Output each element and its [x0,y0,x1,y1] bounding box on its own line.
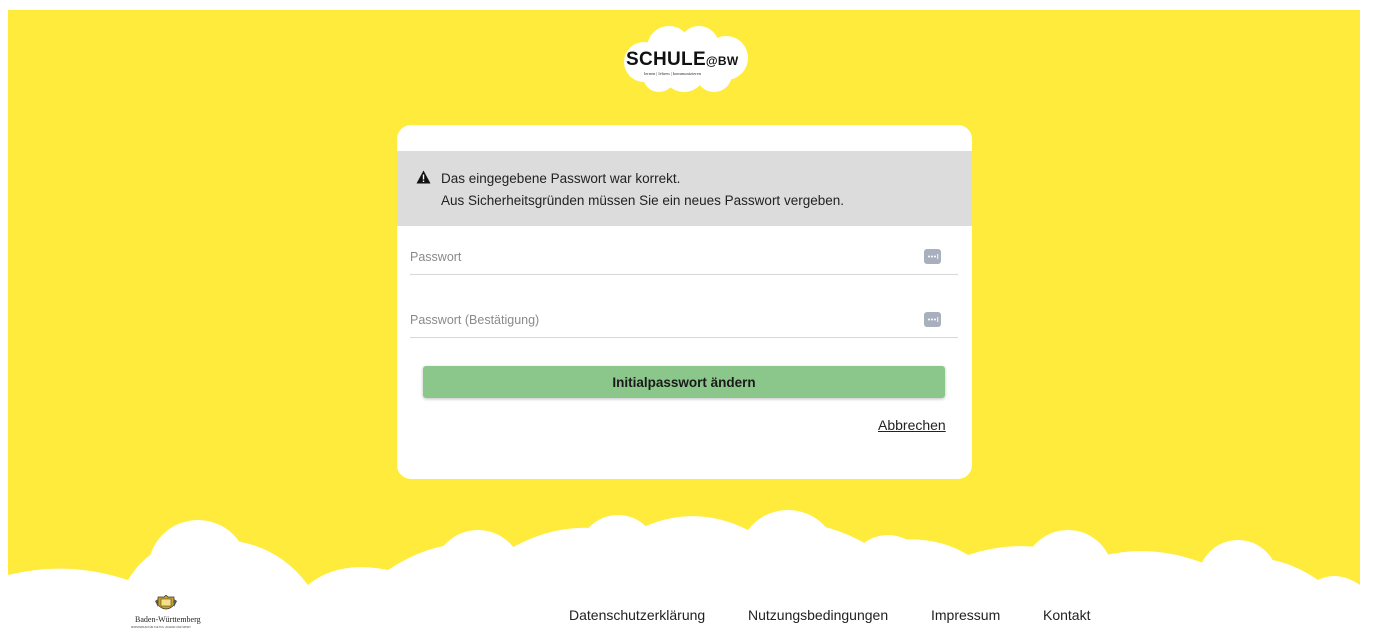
password-dots-icon[interactable] [924,249,941,264]
footer-link-contact[interactable]: Kontakt [1043,607,1090,623]
alert-message-line1: Das eingegebene Passwort war korrekt. [441,171,681,186]
password-dots-icon[interactable] [924,312,941,327]
password-change-card: Das eingegebene Passwort war korrekt. Au… [397,125,972,479]
footer-link-privacy[interactable]: Datenschutzerklärung [569,607,705,623]
cancel-link[interactable]: Abbrechen [878,417,946,433]
footer-link-terms[interactable]: Nutzungsbedingungen [748,607,888,623]
logo-tagline: lernen | lehren | kommunizieren [644,71,702,76]
alert-message-line2: Aus Sicherheitsgründen müssen Sie ein ne… [441,193,844,208]
password-confirm-input[interactable] [410,305,910,335]
coat-of-arms-icon [155,595,177,610]
password-input[interactable] [410,242,910,272]
password-dots-glyph [928,317,939,322]
state-name: Baden-Württemberg [135,615,201,624]
password-dots-glyph [928,254,939,259]
logo-wordmark: SCHULE@BW [626,49,739,70]
footer-link-imprint[interactable]: Impressum [931,607,1000,623]
password-confirm-field [410,305,958,338]
warning-alert: Das eingegebene Passwort war korrekt. Au… [397,151,972,226]
baden-wuerttemberg-logo: Baden-Württemberg MINISTERIUM FÜR KULTUS… [131,595,221,633]
schule-bw-logo: SCHULE@BW lernen | lehren | kommuniziere… [614,24,760,94]
warning-icon [416,170,431,184]
ministry-name: MINISTERIUM FÜR KULTUS, JUGEND UND SPORT [131,626,191,629]
password-field [410,242,958,275]
change-initial-password-button[interactable]: Initialpasswort ändern [423,366,945,398]
